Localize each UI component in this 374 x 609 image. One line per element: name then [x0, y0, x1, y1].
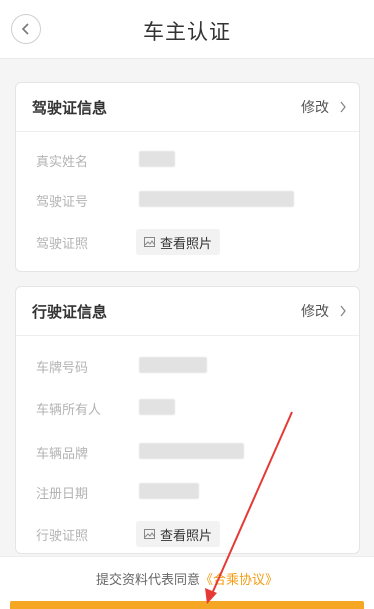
row-license-photo: 驾驶证照 查看照片 [16, 227, 359, 257]
driver-license-header: 驾驶证信息 修改 [16, 83, 359, 132]
row-label: 注册日期 [36, 487, 89, 502]
view-photo-button[interactable]: 查看照片 [136, 229, 221, 255]
row-license-number: 驾驶证号 [16, 185, 359, 215]
row-registration-date: 注册日期 [16, 477, 359, 507]
view-photo-label: 查看照片 [160, 236, 213, 252]
redacted-value [139, 443, 244, 459]
row-brand: 车辆品牌 [16, 437, 359, 467]
vehicle-license-card: 行驶证信息 修改 车牌号码 车辆所有人 车辆品牌 注册日期 行驶证照 查看照片 [15, 286, 360, 554]
row-label: 真实姓名 [36, 155, 89, 170]
row-label: 车牌号码 [36, 361, 89, 376]
driver-license-card: 驾驶证信息 修改 真实姓名 驾驶证号 驾驶证照 查看照片 [15, 82, 360, 272]
image-icon [144, 237, 155, 247]
redacted-value [139, 399, 175, 415]
redacted-value [139, 357, 207, 373]
view-photo-button[interactable]: 查看照片 [136, 521, 221, 547]
row-label: 行驶证照 [36, 529, 89, 544]
vehicle-license-edit-button[interactable]: 修改 [301, 301, 347, 321]
image-icon [144, 529, 155, 539]
row-vehicle-photo: 行驶证照 查看照片 [16, 519, 359, 549]
row-label: 车辆所有人 [36, 403, 102, 418]
agreement-link[interactable]: 《合乘协议》 [200, 573, 278, 588]
redacted-value [139, 483, 199, 499]
redacted-value [139, 151, 175, 167]
chevron-right-icon [340, 101, 346, 113]
vehicle-license-title: 行驶证信息 [32, 303, 108, 321]
edit-label: 修改 [301, 100, 329, 116]
edit-label: 修改 [301, 304, 329, 320]
driver-license-edit-button[interactable]: 修改 [301, 97, 347, 117]
view-photo-label: 查看照片 [160, 528, 213, 544]
driver-license-title: 驾驶证信息 [32, 99, 108, 117]
row-plate-number: 车牌号码 [16, 351, 359, 381]
redacted-value [139, 191, 294, 207]
agreement-prefix: 提交资料代表同意 [95, 573, 200, 588]
agreement-text: 提交资料代表同意《合乘协议》 [0, 569, 374, 588]
top-bar: 车主认证 [0, 0, 374, 59]
chevron-right-icon [340, 305, 346, 317]
page-title: 车主认证 [143, 20, 231, 44]
row-label: 车辆品牌 [36, 447, 89, 462]
vehicle-license-header: 行驶证信息 修改 [16, 287, 359, 336]
row-owner: 车辆所有人 [16, 393, 359, 423]
row-label: 驾驶证照 [36, 237, 89, 252]
row-real-name: 真实姓名 [16, 145, 359, 175]
row-label: 驾驶证号 [36, 195, 89, 210]
footer: 提交资料代表同意《合乘协议》 [0, 556, 374, 609]
